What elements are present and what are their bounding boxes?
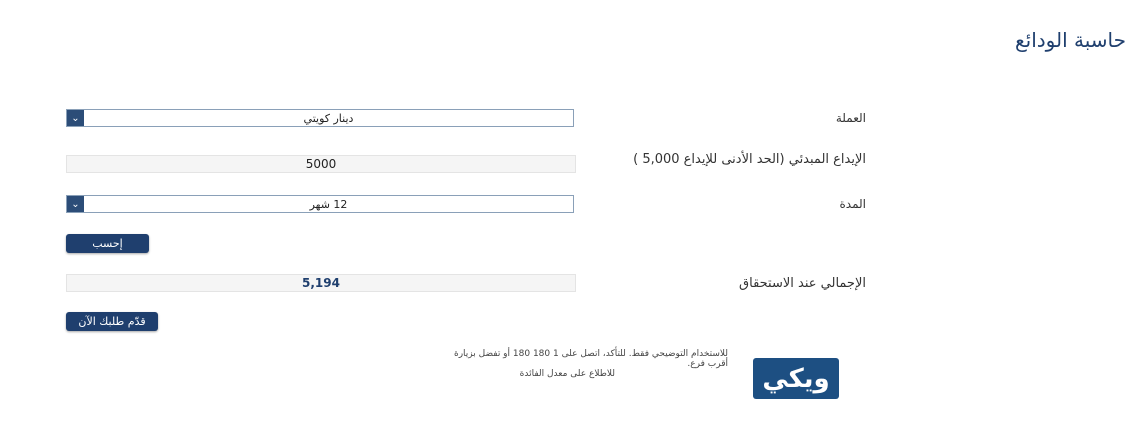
currency-label: العملة [835, 111, 866, 125]
chevron-down-icon[interactable]: ⌄ [67, 110, 84, 126]
interest-rate-link[interactable]: للاطلاع على معدل الفائدة [480, 369, 615, 379]
result-label: الإجمالي عند الاستحقاق [739, 276, 866, 291]
apply-now-button[interactable]: قدّم طلبك الآن [66, 312, 158, 331]
logo-text: ويكي [762, 363, 830, 394]
currency-value: دينار كويتي [303, 111, 354, 125]
page-title: حاسبة الودائع [1015, 28, 1126, 52]
duration-label: المدة [839, 197, 866, 211]
result-value: 5,194 [66, 274, 576, 292]
calculate-button[interactable]: إحسب [66, 234, 149, 253]
duration-value: 12 شهر [309, 197, 348, 211]
chevron-down-icon[interactable]: ⌄ [67, 196, 84, 212]
wiki-logo: ويكي [753, 358, 839, 399]
duration-select[interactable]: ⌄ 12 شهر [66, 195, 574, 213]
deposit-label: الإيداع المبدئي (الحد الأدنى للإيداع 5,0… [633, 152, 866, 167]
deposit-input[interactable]: 5000 [66, 155, 576, 173]
disclaimer-text: للاستخدام التوضيحي فقط. للتأكد، اتصل على… [454, 349, 728, 369]
currency-select[interactable]: ⌄ دينار كويتي [66, 109, 574, 127]
